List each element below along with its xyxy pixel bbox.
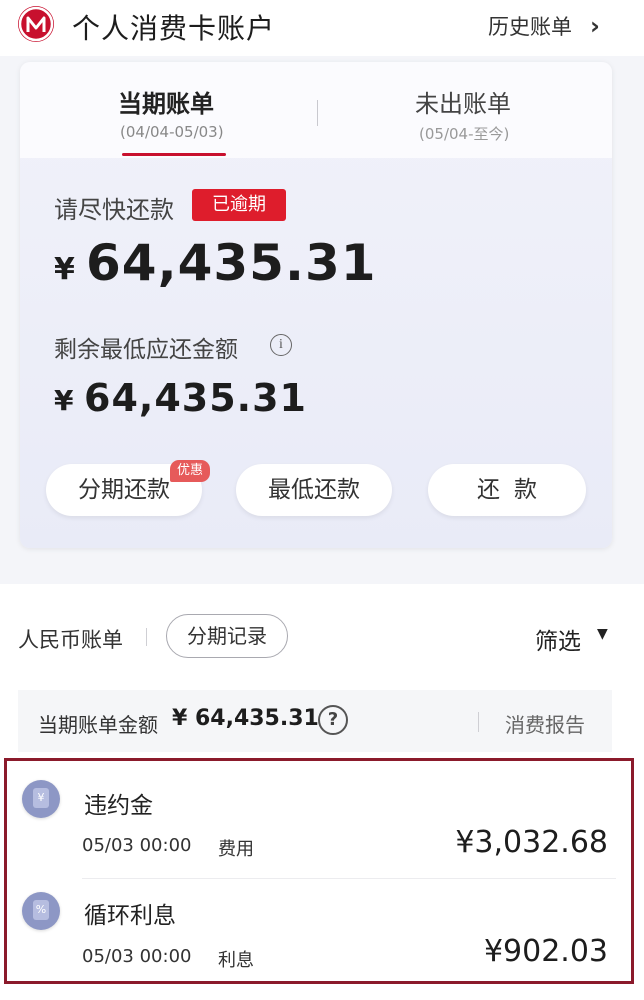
history-bills-link[interactable]: 历史账单 [488,11,572,41]
summary-label: 当期账单金额 [38,713,158,737]
repay-prompt: 请尽快还款 [54,196,174,224]
tab-unbilled[interactable]: 未出账单 [415,84,511,119]
summary-divider [478,712,479,732]
min-payment-label: 剩余最低应还金额 [54,337,238,363]
yuan-doc-icon: ¥ [22,780,60,818]
transaction-category: 利息 [218,950,254,971]
active-tab-indicator [122,153,226,156]
currency-symbol: ¥ [54,252,75,287]
help-icon[interactable]: ? [318,705,348,735]
installment-records-button[interactable]: 分期记录 [166,614,288,658]
min-currency-symbol: ¥ [54,384,74,417]
chevron-right-icon[interactable]: › [590,12,600,40]
min-payment-amount: 64,435.31 [84,376,307,420]
filter-arrow-icon[interactable]: ▼ [597,626,608,642]
tab-divider [317,100,318,126]
transaction-datetime: 05/03 00:00 [82,835,192,856]
transaction-category: 费用 [218,839,254,860]
tab-current-bill[interactable]: 当期账单 [118,84,214,119]
filter-button[interactable]: 筛选 [535,622,581,656]
transaction-amount: ¥3,032.68 [455,825,608,860]
bill-tabs [20,62,612,158]
min-repay-button[interactable]: 最低还款 [236,464,392,516]
amount-due: 64,435.31 [86,234,377,292]
overdue-badge: 已逾期 [192,189,286,221]
transaction-datetime: 05/03 00:00 [82,946,192,967]
percent-glyph: % [33,900,49,920]
bill-card: 当期账单 (04/04-05/03) 未出账单 (05/04-至今) 请尽快还款… [20,62,612,548]
repay-button[interactable]: 还款 [428,464,586,516]
bank-logo-icon [18,6,54,42]
transaction-name[interactable]: 循环利息 [84,896,176,930]
transaction-name[interactable]: 违约金 [84,786,153,820]
info-icon[interactable]: i [270,334,292,356]
transaction-amount: ¥902.03 [483,934,608,969]
spending-report-link[interactable]: 消费报告 [505,709,585,738]
tab-current-bill-date: (04/04-05/03) [120,123,224,141]
yuan-glyph: ¥ [33,788,49,808]
tab-unbilled-date: (05/04-至今) [419,125,510,143]
filter-divider [146,628,147,646]
transaction-divider [82,878,616,879]
rmb-bill-tab[interactable]: 人民币账单 [18,624,123,654]
promo-badge: 优惠 [170,460,210,482]
page-title: 个人消费卡账户 [72,12,276,45]
summary-amount: ¥ 64,435.31 [172,706,319,731]
percent-doc-icon: % [22,892,60,930]
